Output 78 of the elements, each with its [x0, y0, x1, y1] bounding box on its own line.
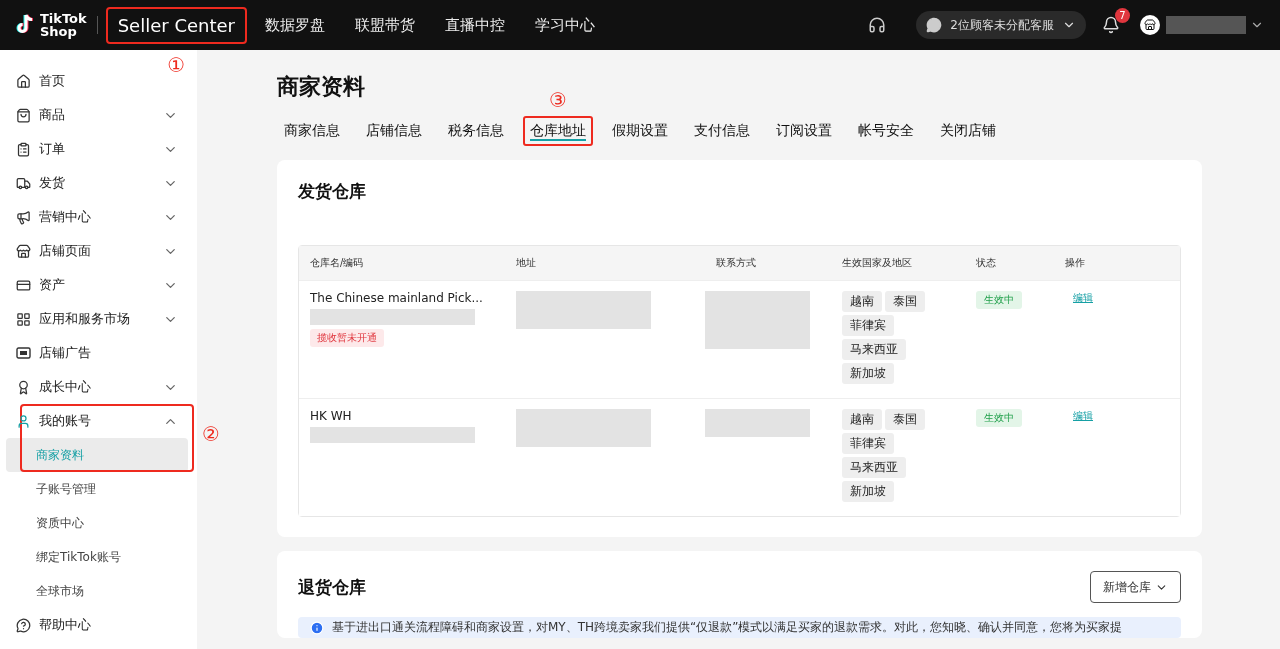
region-tag: 菲律宾 — [842, 433, 894, 454]
column-header: 状态 — [975, 256, 997, 270]
region-tag: 泰国 — [885, 409, 925, 430]
tab[interactable]: 订阅设置 — [769, 116, 839, 146]
grid-icon — [16, 311, 31, 327]
home-icon — [16, 73, 31, 89]
status-tag: 生效中 — [976, 291, 1022, 309]
sidebar-item[interactable]: 成长中心 — [6, 370, 188, 404]
region-tag: 菲律宾 — [842, 315, 894, 336]
column-header: 联系方式 — [715, 256, 757, 270]
sidebar-item[interactable]: 订单 — [6, 132, 188, 166]
clipboard-icon — [16, 141, 31, 157]
sidebar-subitem[interactable]: 子账号管理 — [6, 472, 188, 506]
info-icon — [310, 621, 324, 635]
tab[interactable]: 支付信息 — [687, 116, 757, 146]
region-tag: 马来西亚 — [842, 457, 906, 478]
column-header: 地址 — [515, 256, 537, 270]
logo-text: TikTok Shop — [40, 12, 87, 38]
headset-icon[interactable] — [868, 16, 887, 34]
tab[interactable]: 帐号安全 — [851, 116, 921, 146]
help-icon — [16, 617, 31, 633]
sidebar-item[interactable]: 资产 — [6, 268, 188, 302]
callout-number: ① — [167, 52, 186, 77]
column-header: 生效国家及地区 — [841, 256, 913, 270]
store-icon — [16, 243, 31, 259]
column-header: 仓库名/编码 — [309, 256, 365, 270]
warehouse-name: HK WH — [310, 409, 352, 423]
sidebar-subitem[interactable]: 绑定TikTok账号 — [6, 540, 188, 574]
bell-icon[interactable] — [1102, 16, 1120, 34]
tab[interactable]: 税务信息 — [441, 116, 511, 146]
column-header: 操作 — [1064, 256, 1086, 270]
tab[interactable]: 关闭店铺 — [933, 116, 1003, 146]
region-tag: 马来西亚 — [842, 339, 906, 360]
tab[interactable]: 假期设置 — [605, 116, 675, 146]
bag-icon — [16, 107, 31, 123]
card-icon — [16, 277, 31, 293]
sidebar-subitem[interactable]: 全球市场 — [6, 574, 188, 608]
notification-badge: 7 — [1115, 8, 1130, 23]
page-title: 商家资料 — [277, 73, 365, 101]
callout-number: ② — [202, 422, 220, 446]
notice-text: 基于进出口通关流程障碍和商家设置，对MY、TH跨境卖家我们提供“仅退款”模式以满足买家的退款需求。对此，您知晓、确认并同意，您将为买家提 — [332, 619, 1123, 636]
sidebar-item[interactable]: 帮助中心 — [6, 608, 188, 642]
ad-icon — [16, 347, 31, 359]
note-logo-icon — [16, 14, 36, 36]
store-icon — [1144, 19, 1156, 31]
warehouse-name: The Chinese mainland Pick... — [310, 291, 483, 305]
chat-icon — [926, 17, 943, 33]
section-title: 退货仓库 — [298, 575, 366, 599]
chat-status-button[interactable]: 2位顾客未分配客服 — [916, 11, 1086, 39]
store-avatar[interactable] — [1140, 15, 1160, 35]
sidebar-item[interactable]: 店铺广告 — [6, 336, 188, 370]
sidebar-subitem[interactable]: 资质中心 — [6, 506, 188, 540]
tab[interactable]: 商家信息 — [277, 116, 347, 146]
status-tag: 生效中 — [976, 409, 1022, 427]
user-icon — [16, 413, 31, 429]
nav-link[interactable]: 数据罗盘 — [252, 7, 337, 43]
sidebar-item[interactable]: 应用和服务市场 — [6, 302, 188, 336]
region-tag: 新加坡 — [842, 363, 894, 384]
medal-icon — [16, 379, 31, 395]
status-tag: 揽收暂未开通 — [310, 329, 384, 347]
sidebar-item[interactable]: 发货 — [6, 166, 188, 200]
truck-icon — [16, 175, 31, 191]
region-tag: 新加坡 — [842, 481, 894, 502]
region-tag: 泰国 — [885, 291, 925, 312]
sidebar-item[interactable]: 店铺页面 — [6, 234, 188, 268]
tab[interactable]: 店铺信息 — [359, 116, 429, 146]
sidebar-item[interactable]: 营销中心 — [6, 200, 188, 234]
sidebar-item[interactable]: 商品 — [6, 98, 188, 132]
nav-link[interactable]: 学习中心 — [522, 7, 607, 43]
region-tag: 越南 — [842, 409, 882, 430]
sidebar-item[interactable]: 我的账号 — [6, 404, 188, 438]
nav-link[interactable]: 直播中控 — [432, 7, 517, 43]
megaphone-icon — [16, 209, 31, 225]
add-warehouse-button[interactable]: 新增仓库 — [1090, 571, 1181, 603]
section-title: 发货仓库 — [298, 180, 367, 203]
region-tag: 越南 — [842, 291, 882, 312]
nav-link[interactable]: 联盟带货 — [342, 7, 427, 43]
callout-number: ③ — [549, 88, 567, 112]
